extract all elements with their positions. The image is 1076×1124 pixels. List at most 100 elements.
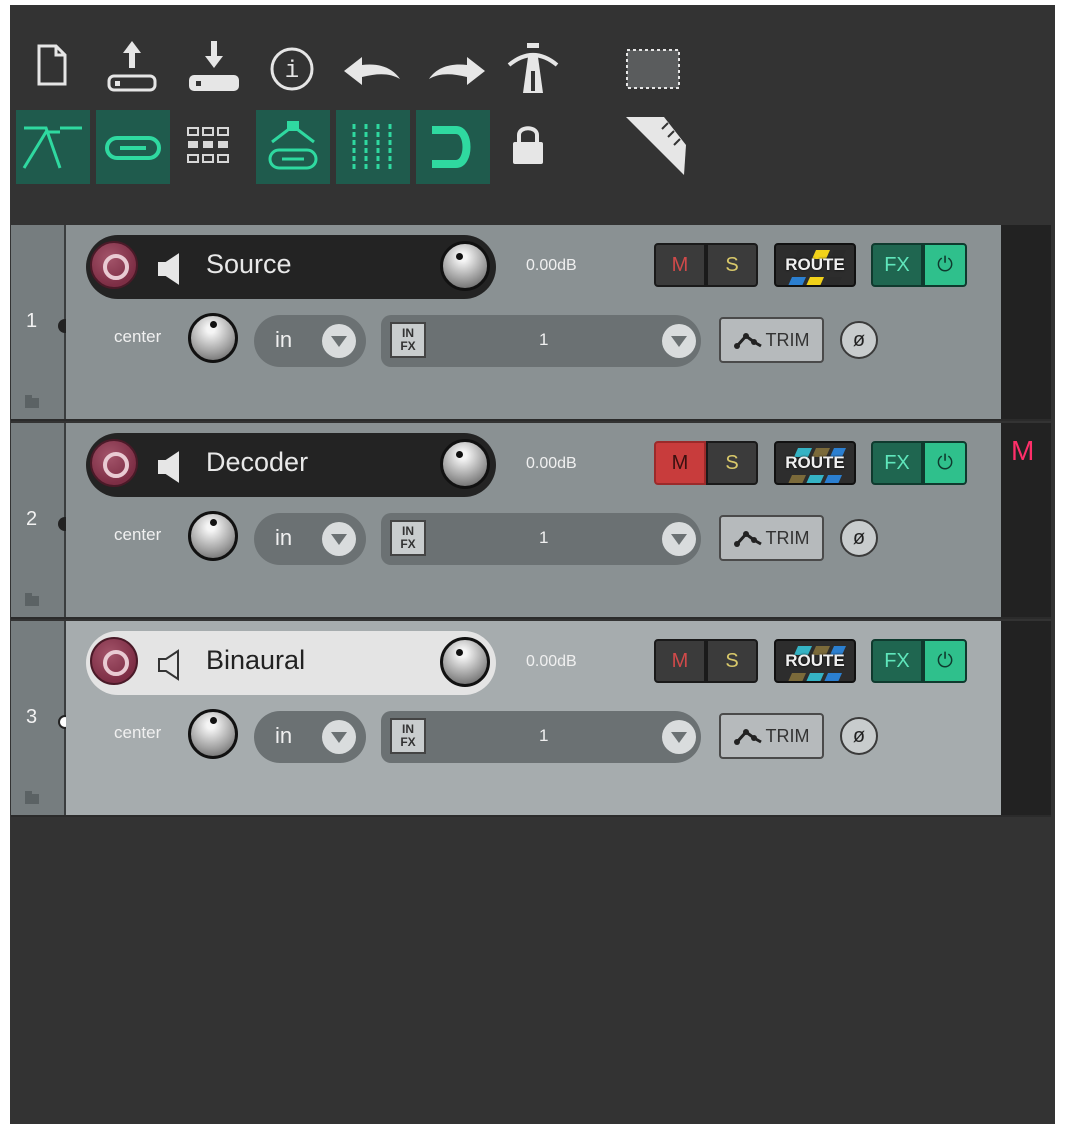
ruler-icon[interactable] (624, 115, 690, 179)
input-select[interactable]: in (254, 513, 366, 565)
folder-icon[interactable] (25, 395, 39, 408)
volume-knob[interactable] (440, 241, 490, 291)
save-project-icon[interactable] (187, 38, 241, 93)
solo-button[interactable]: S (706, 243, 758, 287)
trim-button[interactable]: TRIM (719, 515, 824, 561)
envelope-icon (733, 333, 762, 349)
track-name[interactable]: Decoder (206, 447, 308, 478)
envelope-icon (733, 531, 762, 547)
track-control-panel[interactable]: Binaural 0.00dB M S ROUTE FX ⏻ center in (66, 621, 1001, 817)
route-button[interactable]: ROUTE (774, 441, 856, 485)
trim-label: TRIM (765, 527, 810, 548)
fx-power-button[interactable]: ⏻ (923, 441, 967, 485)
phase-invert-button[interactable]: ø (840, 717, 878, 755)
phase-invert-button[interactable]: ø (840, 321, 878, 359)
track-name-bar[interactable]: Source (86, 235, 496, 299)
folder-icon[interactable] (25, 791, 39, 804)
link-button[interactable] (96, 110, 170, 184)
trim-button[interactable]: TRIM (719, 713, 824, 759)
metronome-icon[interactable] (506, 41, 560, 97)
track-control-panel[interactable]: Decoder 0.00dB M S ROUTE FX ⏻ center in (66, 423, 1001, 619)
fx-button[interactable]: FX (871, 243, 923, 287)
grid-box-icon[interactable] (625, 48, 681, 90)
pan-label: center (114, 525, 162, 544)
pan-knob[interactable] (188, 511, 238, 561)
open-project-icon[interactable] (105, 38, 159, 93)
route-button[interactable]: ROUTE (774, 243, 856, 287)
input-select[interactable]: in (254, 711, 366, 763)
input-fx-icon[interactable]: IN FX (390, 718, 426, 754)
undo-icon[interactable] (340, 51, 404, 87)
auto-crossfade-button[interactable] (16, 110, 90, 184)
input-dropdown-arrow-icon[interactable] (322, 720, 356, 754)
input-select[interactable]: in (254, 315, 366, 367)
mute-button[interactable]: M (654, 243, 706, 287)
input-channel-value: 1 (539, 528, 549, 547)
record-arm-button[interactable] (90, 439, 138, 487)
snap-button[interactable] (336, 110, 410, 184)
new-project-icon[interactable] (34, 43, 70, 87)
mute-button[interactable]: M (654, 639, 706, 683)
channel-dropdown-arrow-icon[interactable] (662, 720, 696, 754)
track-name-bar[interactable]: Decoder (86, 433, 496, 497)
phase-invert-button[interactable]: ø (840, 519, 878, 557)
channel-dropdown-arrow-icon[interactable] (662, 324, 696, 358)
track-meter-strip (1001, 225, 1051, 421)
input-channel-value: 1 (539, 726, 549, 745)
fx-power-button[interactable]: ⏻ (923, 639, 967, 683)
project-info-icon[interactable]: i (268, 45, 316, 93)
input-dropdown-arrow-icon[interactable] (322, 324, 356, 358)
reaper-window: i 1 Source 0.00dB M S ROUTE FX ⏻ center … (10, 5, 1055, 1124)
trim-button[interactable]: TRIM (719, 317, 824, 363)
track-number-column[interactable]: 3 (11, 621, 64, 817)
track-name-bar[interactable]: Binaural (86, 631, 496, 695)
volume-knob[interactable] (440, 439, 490, 489)
track[interactable]: 2 Decoder 0.00dB M S ROUTE FX ⏻ center i… (11, 423, 1051, 619)
route-label: ROUTE (785, 453, 845, 472)
folder-icon[interactable] (25, 593, 39, 606)
fx-power-button[interactable]: ⏻ (923, 243, 967, 287)
pan-knob[interactable] (188, 313, 238, 363)
input-dropdown-arrow-icon[interactable] (322, 522, 356, 556)
ripple-edit-button[interactable] (416, 110, 490, 184)
volume-knob[interactable] (440, 637, 490, 687)
pan-label: center (114, 723, 162, 742)
trim-label: TRIM (765, 329, 810, 350)
input-fx-select[interactable]: IN FX 1 (381, 513, 701, 565)
track-number: 1 (26, 310, 38, 332)
input-fx-select[interactable]: IN FX 1 (381, 315, 701, 367)
input-fx-select[interactable]: IN FX 1 (381, 711, 701, 763)
fx-button[interactable]: FX (871, 441, 923, 485)
speaker-icon (156, 649, 186, 686)
pan-knob[interactable] (188, 709, 238, 759)
solo-button[interactable]: S (706, 639, 758, 683)
record-arm-button[interactable] (90, 241, 138, 289)
lock-icon[interactable] (510, 122, 546, 168)
track-number-column[interactable]: 2 (11, 423, 64, 619)
route-button[interactable]: ROUTE (774, 639, 856, 683)
channel-dropdown-arrow-icon[interactable] (662, 522, 696, 556)
track-number-column[interactable]: 1 (11, 225, 64, 421)
solo-button[interactable]: S (706, 441, 758, 485)
fx-button[interactable]: FX (871, 639, 923, 683)
svg-text:i: i (285, 58, 299, 85)
input-fx-icon[interactable]: IN FX (390, 322, 426, 358)
track-list: 1 Source 0.00dB M S ROUTE FX ⏻ center in… (11, 225, 1051, 817)
track-control-panel[interactable]: Source 0.00dB M S ROUTE FX ⏻ center in I… (66, 225, 1001, 421)
input-fx-icon[interactable]: IN FX (390, 520, 426, 556)
track[interactable]: 1 Source 0.00dB M S ROUTE FX ⏻ center in… (11, 225, 1051, 421)
track[interactable]: 3 Binaural 0.00dB M S ROUTE FX ⏻ center … (11, 621, 1051, 817)
mute-button[interactable]: M (654, 441, 706, 485)
envelope-link-icon (268, 121, 318, 170)
record-arm-button[interactable] (90, 637, 138, 685)
envelope-icon (733, 729, 762, 745)
grid-icon[interactable] (186, 125, 230, 165)
link-icon (105, 136, 161, 160)
route-label: ROUTE (785, 255, 845, 274)
track-name[interactable]: Binaural (206, 645, 305, 676)
input-label: in (275, 327, 293, 352)
track-name[interactable]: Source (206, 249, 292, 280)
redo-icon[interactable] (425, 51, 489, 87)
volume-readout: 0.00dB (526, 455, 577, 472)
envelope-link-button[interactable] (256, 110, 330, 184)
